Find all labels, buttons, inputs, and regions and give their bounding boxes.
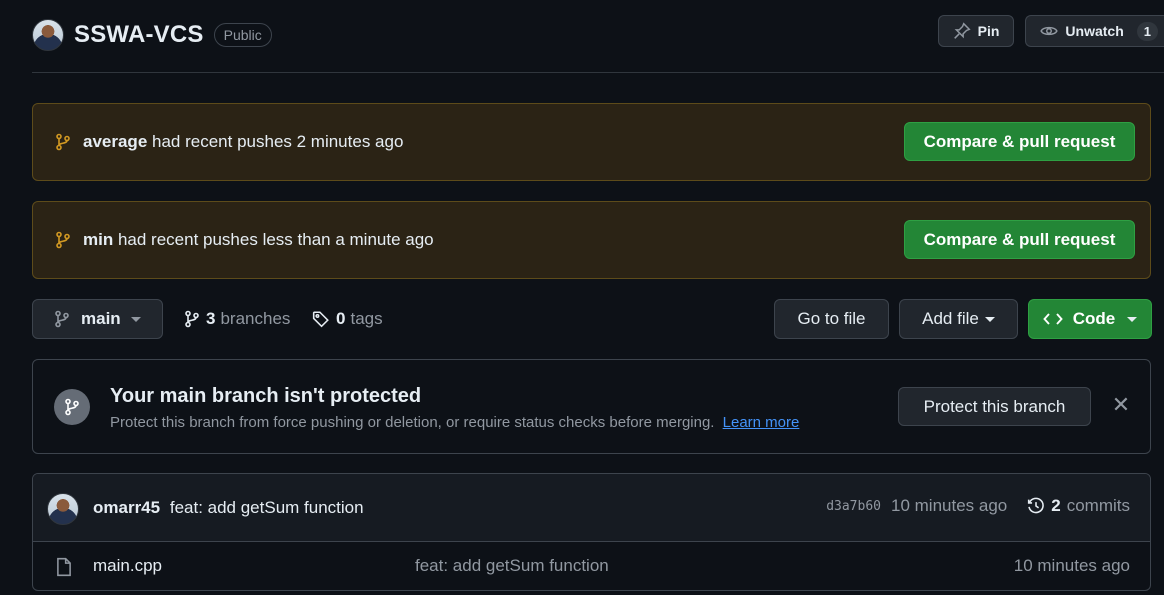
header-divider [32, 72, 1164, 73]
commit-time: 10 minutes ago [891, 496, 1008, 515]
tags-label: tags [350, 309, 383, 328]
branch-selector[interactable]: main [32, 299, 163, 339]
protection-title: Your main branch isn't protected [110, 385, 422, 407]
tag-count: 0 [336, 309, 346, 328]
commit-meta: d3a7b60 10 minutes ago 2 commits [826, 496, 1130, 516]
commits-label: commits [1066, 496, 1130, 515]
protection-description-text: Protect this branch from force pushing o… [110, 414, 715, 431]
pin-button[interactable]: Pin [937, 15, 1015, 47]
chevron-down-icon [1127, 316, 1138, 322]
git-branch-icon [55, 310, 69, 328]
protect-branch-button[interactable]: Protect this branch [898, 387, 1091, 426]
visibility-badge: Public [213, 23, 272, 47]
recent-push-banner: average had recent pushes 2 minutes ago … [32, 103, 1151, 181]
close-icon[interactable]: ✕ [1111, 394, 1131, 416]
file-commit-time: 10 minutes ago [1013, 556, 1130, 575]
history-icon [1028, 497, 1045, 514]
header-actions: Pin Unwatch 1 [937, 15, 1164, 49]
branch-count: 3 [206, 309, 216, 328]
tag-icon [312, 311, 329, 328]
git-branch-icon [185, 310, 199, 328]
add-file-label: Add file [922, 309, 979, 328]
compare-pull-request-button[interactable]: Compare & pull request [904, 122, 1135, 161]
go-to-file-button[interactable]: Go to file [774, 299, 889, 339]
tags-link[interactable]: 0 tags [312, 299, 383, 339]
commits-link[interactable]: 2 commits [1027, 496, 1130, 516]
add-file-button[interactable]: Add file [899, 299, 1018, 339]
pin-icon [953, 22, 971, 39]
repo-header: SSWA-VCS Public Pin Unwatch 1 [32, 15, 1164, 55]
compare-pull-request-button[interactable]: Compare & pull request [904, 220, 1135, 259]
current-branch-label: main [81, 309, 121, 328]
push-message: min had recent pushes less than a minute… [83, 230, 434, 250]
commit-count: 2 [1051, 496, 1061, 515]
protection-description: Protect this branch from force pushing o… [110, 414, 799, 431]
push-description: had recent pushes 2 minutes ago [152, 132, 404, 151]
code-button[interactable]: Code [1028, 299, 1152, 339]
code-icon [1042, 313, 1063, 325]
unwatch-label: Unwatch [1065, 23, 1124, 39]
latest-commit-text: omarr45 feat: add getSum function [93, 498, 364, 518]
git-branch-icon [54, 389, 90, 425]
git-branch-icon [56, 231, 70, 249]
branches-link[interactable]: 3 branches [184, 299, 290, 339]
commit-message[interactable]: feat: add getSum function [170, 498, 364, 517]
watch-count: 1 [1136, 21, 1158, 41]
pushed-branch-name[interactable]: min [83, 230, 113, 249]
file-commit-message[interactable]: feat: add getSum function [415, 556, 609, 576]
file-row[interactable]: main.cpp feat: add getSum function 10 mi… [33, 542, 1150, 590]
eye-icon [1040, 26, 1059, 36]
file-name[interactable]: main.cpp [93, 556, 162, 576]
pushed-branch-name[interactable]: average [83, 132, 147, 151]
push-message: average had recent pushes 2 minutes ago [83, 132, 403, 152]
file-table: omarr45 feat: add getSum function d3a7b6… [32, 473, 1151, 591]
git-branch-icon [56, 133, 70, 151]
repo-name[interactable]: SSWA-VCS [74, 21, 204, 49]
pin-label: Pin [977, 23, 1000, 39]
owner-avatar[interactable] [32, 19, 64, 51]
learn-more-link[interactable]: Learn more [723, 414, 800, 431]
latest-commit-row: omarr45 feat: add getSum function d3a7b6… [33, 474, 1150, 542]
unwatch-button[interactable]: Unwatch 1 [1025, 15, 1164, 47]
branch-toolbar: main 3 branches 0 tags Go to file Add fi… [32, 299, 1152, 339]
file-icon [57, 557, 71, 577]
push-description: had recent pushes less than a minute ago [117, 230, 434, 249]
branch-protection-notice: Your main branch isn't protected Protect… [32, 359, 1151, 454]
chevron-down-icon [130, 316, 141, 322]
recent-push-banner: min had recent pushes less than a minute… [32, 201, 1151, 279]
branches-label: branches [220, 309, 291, 328]
code-label: Code [1072, 309, 1116, 328]
commit-sha[interactable]: d3a7b60 [826, 499, 881, 514]
chevron-down-icon [984, 316, 995, 322]
commit-author-avatar[interactable] [47, 493, 79, 525]
repo-page: SSWA-VCS Public Pin Unwatch 1 average ha… [0, 0, 1164, 595]
commit-author[interactable]: omarr45 [93, 498, 160, 517]
